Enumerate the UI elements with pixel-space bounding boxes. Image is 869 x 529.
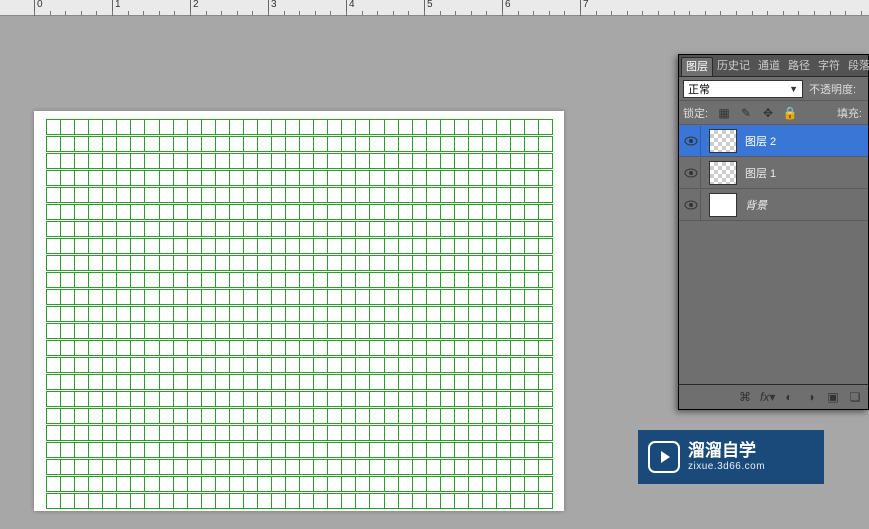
opacity-label: 不透明度: bbox=[809, 81, 856, 97]
eye-icon bbox=[684, 200, 698, 210]
tab-paragraph[interactable]: 段落 bbox=[844, 57, 869, 75]
ruler-tick: 4 bbox=[346, 0, 355, 16]
ruler-horizontal: 0 1 2 3 4 5 6 7 bbox=[0, 0, 869, 16]
ruler-tick: 6 bbox=[502, 0, 511, 16]
visibility-toggle[interactable] bbox=[681, 126, 701, 156]
eye-icon bbox=[684, 168, 698, 178]
lock-pixels-icon[interactable]: ▦ bbox=[716, 105, 732, 121]
layer-row[interactable]: 图层 2 bbox=[679, 125, 868, 157]
ruler-tick: 1 bbox=[112, 0, 121, 16]
adjustment-icon[interactable]: ◑ bbox=[804, 390, 818, 404]
new-layer-icon[interactable]: ❏ bbox=[848, 390, 862, 404]
blend-mode-value: 正常 bbox=[688, 81, 710, 97]
lock-move-icon[interactable]: ✥ bbox=[760, 105, 776, 121]
panel-tabs: 图层 历史记 通道 路径 字符 段落 bbox=[679, 55, 868, 77]
chevron-down-icon: ▼ bbox=[789, 84, 798, 94]
watermark-title: 溜溜自学 bbox=[688, 441, 765, 461]
tab-character[interactable]: 字符 bbox=[814, 57, 844, 75]
lock-icons-group: ▦ ✎ ✥ 🔒 bbox=[716, 105, 798, 121]
layers-panel: 图层 历史记 通道 路径 字符 段落 正常 ▼ 不透明度: 锁定: ▦ ✎ ✥ … bbox=[678, 54, 869, 410]
watermark: 溜溜自学 zixue.3d66.com bbox=[638, 430, 824, 484]
layer-name[interactable]: 背景 bbox=[745, 197, 767, 213]
fill-label: 填充: bbox=[837, 105, 862, 121]
blend-mode-select[interactable]: 正常 ▼ bbox=[683, 80, 803, 98]
layer-thumbnail[interactable] bbox=[709, 193, 737, 217]
visibility-toggle[interactable] bbox=[681, 158, 701, 188]
ruler-tick: 5 bbox=[424, 0, 433, 16]
green-grid bbox=[46, 119, 552, 503]
visibility-toggle[interactable] bbox=[681, 190, 701, 220]
watermark-logo bbox=[648, 441, 680, 473]
watermark-text: 溜溜自学 zixue.3d66.com bbox=[688, 441, 765, 473]
layer-row[interactable]: 背景 bbox=[679, 189, 868, 221]
layers-list: 图层 2 图层 1 背景 bbox=[679, 125, 868, 385]
tab-layers[interactable]: 图层 bbox=[681, 57, 713, 76]
lock-all-icon[interactable]: 🔒 bbox=[782, 105, 798, 121]
ruler-tick: 7 bbox=[580, 0, 589, 16]
canvas[interactable] bbox=[34, 111, 564, 511]
link-icon[interactable]: ⌘ bbox=[738, 390, 752, 404]
ruler-tick: 2 bbox=[190, 0, 199, 16]
layer-thumbnail[interactable] bbox=[709, 129, 737, 153]
mask-icon[interactable]: ◐ bbox=[782, 390, 796, 404]
tab-channels[interactable]: 通道 bbox=[754, 57, 784, 75]
watermark-sub: zixue.3d66.com bbox=[688, 461, 765, 473]
tab-history[interactable]: 历史记 bbox=[713, 57, 754, 75]
lock-brush-icon[interactable]: ✎ bbox=[738, 105, 754, 121]
layer-name[interactable]: 图层 1 bbox=[745, 165, 776, 181]
ruler-tick: 3 bbox=[268, 0, 277, 16]
blend-row: 正常 ▼ 不透明度: bbox=[679, 77, 868, 101]
ruler-tick: 0 bbox=[34, 0, 43, 16]
group-icon[interactable]: ▣ bbox=[826, 390, 840, 404]
layer-row[interactable]: 图层 1 bbox=[679, 157, 868, 189]
lock-row: 锁定: ▦ ✎ ✥ 🔒 填充: bbox=[679, 101, 868, 125]
lock-label: 锁定: bbox=[683, 105, 708, 121]
eye-icon bbox=[684, 136, 698, 146]
panel-footer: ⌘ fx▾ ◐ ◑ ▣ ❏ bbox=[679, 385, 868, 409]
tab-paths[interactable]: 路径 bbox=[784, 57, 814, 75]
fx-icon[interactable]: fx▾ bbox=[760, 390, 774, 404]
play-icon bbox=[661, 451, 670, 463]
layer-thumbnail[interactable] bbox=[709, 161, 737, 185]
layer-name[interactable]: 图层 2 bbox=[745, 133, 776, 149]
